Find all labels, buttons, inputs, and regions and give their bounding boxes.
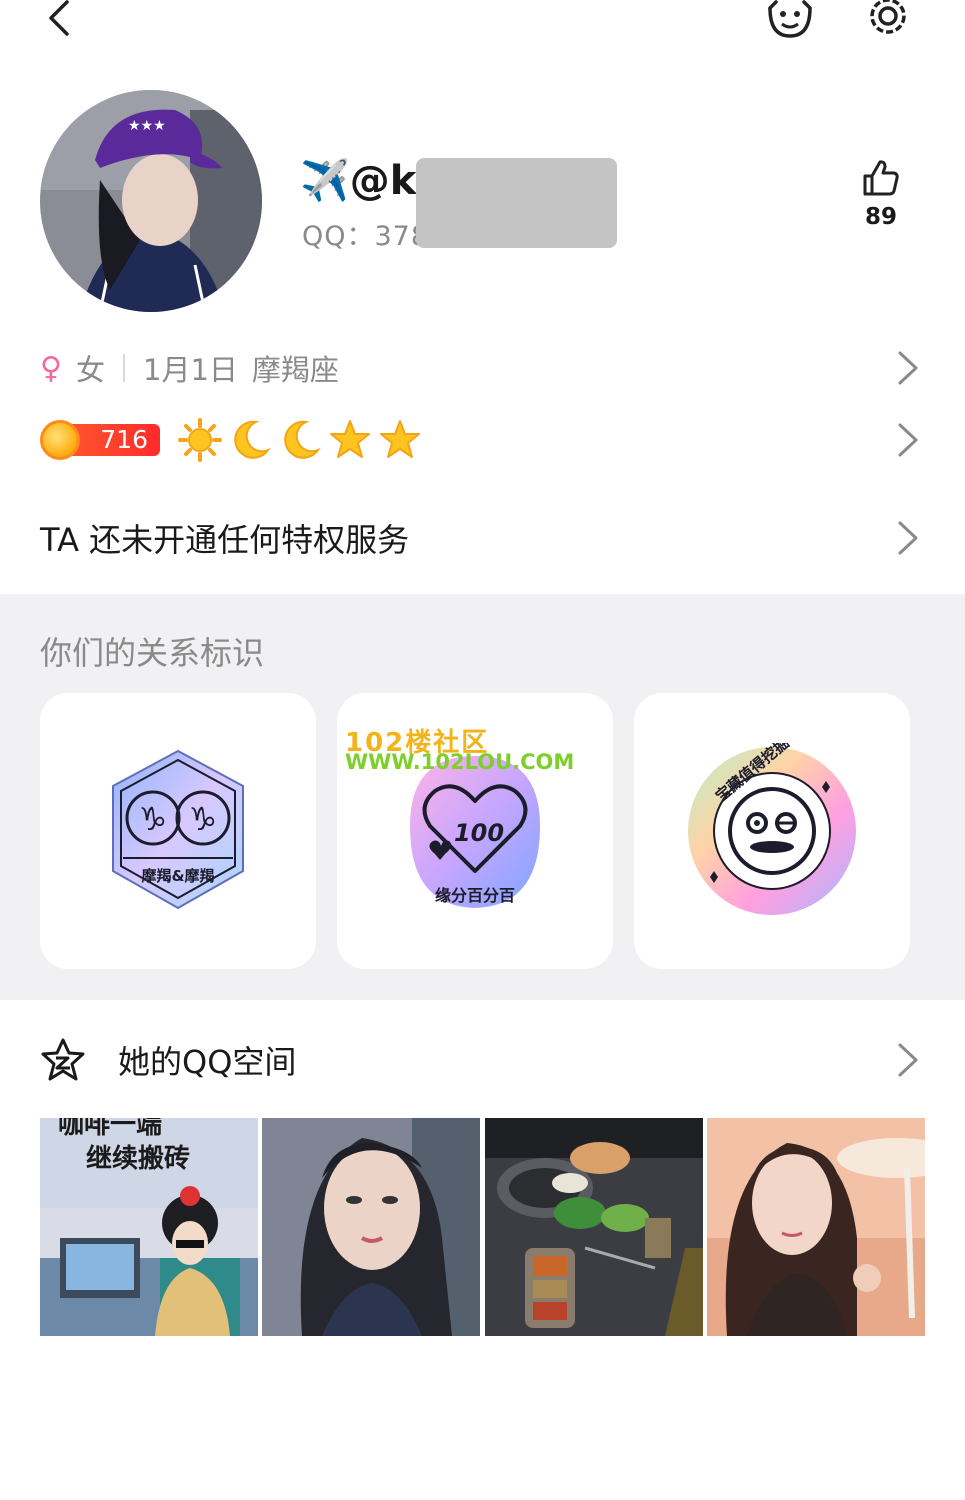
level-badge: 716 xyxy=(40,420,160,460)
nickname: ✈️@k xyxy=(300,150,416,210)
svg-text:♑: ♑ xyxy=(189,800,218,838)
chevron-right-icon xyxy=(898,521,918,555)
back-button[interactable] xyxy=(30,0,86,40)
relationship-title: 你们的关系标识 xyxy=(40,634,265,672)
qzone-row[interactable]: 她的QQ空间 xyxy=(40,1030,920,1090)
crown-coin-icon xyxy=(40,420,80,460)
chevron-left-icon xyxy=(49,0,69,36)
privilege-text: TA 还未开通任何特权服务 xyxy=(40,521,410,559)
gender-text: 女 xyxy=(75,353,105,387)
divider xyxy=(123,354,125,382)
qzone-photo-1[interactable]: 咖啡一端 继续搬砖 xyxy=(40,1118,258,1336)
moon-icon xyxy=(284,420,321,459)
qzone-photo-2[interactable] xyxy=(262,1118,480,1336)
birthday-text: 1月1日 xyxy=(143,353,238,387)
level-row[interactable]: 716 xyxy=(40,412,920,468)
sun-icon xyxy=(178,418,222,462)
like-button[interactable]: 89 xyxy=(850,158,912,248)
qzone-star-icon xyxy=(41,1038,85,1081)
svg-text:♑: ♑ xyxy=(139,800,168,838)
watermark-url: WWW.102LOU.COM xyxy=(345,750,575,774)
photo-caption: 咖啡一端 继续搬砖 xyxy=(58,1118,191,1174)
basic-info-row[interactable]: ♀ 女 1月1日 摩羯座 xyxy=(40,340,920,396)
profile-avatar[interactable]: ★★★ xyxy=(40,90,262,312)
badge-label: 缘分百分百 xyxy=(435,886,515,905)
qq-number: QQ：378 xyxy=(302,221,430,252)
redaction-block xyxy=(416,158,617,248)
badge-label: 摩羯&摩羯 xyxy=(141,867,214,885)
relation-card-treasure[interactable]: 宝藏值得挖掘 xyxy=(634,693,910,969)
relation-card-zodiac[interactable]: ♑ ♑ 摩羯&摩羯 xyxy=(40,693,316,969)
zodiac-text: 摩羯座 xyxy=(251,353,339,387)
qzone-title: 她的QQ空间 xyxy=(118,1043,297,1081)
star-icon xyxy=(380,420,420,458)
gear-icon xyxy=(870,0,906,34)
star-icon xyxy=(330,420,370,458)
like-count: 89 xyxy=(864,204,897,230)
chevron-right-icon xyxy=(898,351,918,385)
pet-face-icon xyxy=(768,0,812,38)
chevron-right-icon xyxy=(898,1043,918,1077)
nickname-text: ✈️@k xyxy=(300,157,417,204)
qzone-photo-3[interactable] xyxy=(485,1118,703,1336)
qzone-photo-4[interactable] xyxy=(707,1118,925,1336)
pet-button[interactable] xyxy=(762,0,818,40)
privilege-row[interactable]: TA 还未开通任何特权服务 xyxy=(40,508,920,568)
thumbs-up-icon xyxy=(863,160,899,196)
capricorn-pair-badge: ♑ ♑ 摩羯&摩羯 xyxy=(112,749,244,910)
svg-text:★★★: ★★★ xyxy=(128,118,166,134)
badge-number: 100 xyxy=(454,819,504,847)
moon-icon xyxy=(234,420,271,459)
treasure-face-badge: 宝藏值得挖掘 xyxy=(688,743,856,915)
settings-button[interactable] xyxy=(860,0,916,40)
female-icon: ♀ xyxy=(40,350,62,386)
chevron-right-icon xyxy=(898,423,918,457)
